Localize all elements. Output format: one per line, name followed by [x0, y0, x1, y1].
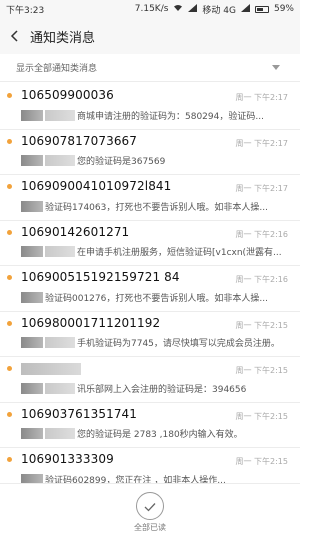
filter-dropdown[interactable]: 显示全部通知类消息 — [0, 54, 300, 82]
message-time: 周一 下午2:15 — [235, 320, 288, 330]
list-item[interactable]: 106980001711201192 周一 下午2:15 手机验证码为7745，… — [0, 312, 300, 357]
signal-icon-2 — [240, 3, 250, 15]
message-preview-row: 商城申请注册的验证码为：580294，验证码... — [21, 108, 290, 122]
title-bar: 通知类消息 — [0, 18, 300, 54]
redacted-block — [21, 337, 43, 348]
signal-icon — [188, 3, 198, 15]
message-preview-row: 您的验证码是 2783 ,180秒内输入有效。 — [21, 427, 290, 441]
redacted-block — [21, 109, 43, 121]
message-time: 周一 下午2:16 — [235, 275, 288, 284]
message-preview-row: 您的验证码是367569 — [21, 154, 290, 168]
unread-dot — [7, 366, 12, 371]
status-indicators: 7.15K/s 移动 4G 59% — [135, 3, 294, 16]
mark-all-read-label[interactable]: 全部已读 — [0, 522, 300, 533]
message-sender: 10690142601271 — [21, 224, 130, 239]
message-list: 106509900036 周一 下午2:17 商城申请注册的验证码为：58029… — [0, 84, 300, 494]
redacted-block — [21, 246, 43, 257]
carrier-label: 移动 4G — [202, 5, 236, 16]
message-preview-row: 验证码174063，打死也不要告诉别人哦。如非本人操... — [21, 199, 290, 213]
redacted-block — [45, 382, 75, 394]
message-sender — [21, 361, 91, 375]
list-item[interactable]: 106903761351741 周一 下午2:15 您的验证码是 2783 ,1… — [0, 403, 300, 448]
message-sender: 106907817073667 — [21, 133, 138, 148]
message-sender: 106900515192159721 84 — [21, 270, 180, 284]
back-icon[interactable] — [0, 18, 30, 54]
unread-dot — [7, 184, 12, 189]
wifi-icon — [173, 4, 183, 15]
message-preview: 讯乐部网上入会注册的验证码是：394656 — [77, 384, 247, 395]
redacted-block — [21, 291, 43, 303]
chevron-down-icon — [272, 65, 280, 70]
unread-dot — [7, 138, 12, 144]
check-icon — [144, 497, 156, 516]
message-preview: 您的验证码是367569 — [77, 157, 166, 167]
message-preview: 在申请手机注册服务，短信验证码[v1cxn(泄露有... — [77, 248, 282, 258]
list-item[interactable]: 106900515192159721 84 周一 下午2:16 验证码00127… — [0, 266, 300, 312]
message-time: 周一 下午2:17 — [235, 93, 288, 102]
redacted-block — [45, 109, 75, 121]
message-preview-row: 手机验证码为7745，请尽快填写以完成会员注册。 — [21, 336, 290, 350]
message-sender: 106980001711201192 — [21, 315, 161, 330]
message-preview: 验证码001276，打死也不要告诉别人哦。如非本人操... — [45, 293, 268, 304]
list-item[interactable]: 106509900036 周一 下午2:17 商城申请注册的验证码为：58029… — [0, 84, 300, 130]
message-time: 周一 下午2:16 — [235, 229, 288, 239]
redacted-block — [21, 155, 43, 166]
message-time: 周一 下午2:17 — [235, 184, 288, 193]
unread-dot — [7, 229, 12, 235]
list-item[interactable]: 106907817073667 周一 下午2:17 您的验证码是367569 — [0, 130, 300, 175]
unread-dot — [7, 93, 12, 98]
message-sender: 106901333309 — [21, 452, 114, 466]
unread-dot — [7, 275, 12, 280]
message-preview: 手机验证码为7745，请尽快填写以完成会员注册。 — [77, 339, 280, 349]
message-preview-row: 在申请手机注册服务，短信验证码[v1cxn(泄露有... — [21, 245, 290, 259]
status-bar: 下午3:23 7.15K/s 移动 4G 59% — [0, 0, 300, 18]
redacted-block — [45, 246, 75, 257]
battery-percent: 59% — [273, 4, 294, 14]
message-sender: 106509900036 — [21, 88, 114, 102]
redacted-block — [45, 337, 75, 348]
mark-all-read-button[interactable] — [136, 492, 164, 520]
list-item[interactable]: 周一 下午2:15 讯乐部网上入会注册的验证码是：394656 — [0, 357, 300, 403]
list-item[interactable]: 10690142601271 周一 下午2:16 在申请手机注册服务，短信验证码… — [0, 221, 300, 266]
redacted-block — [45, 428, 75, 439]
message-time: 周一 下午2:17 — [235, 138, 288, 148]
message-time: 周一 下午2:15 — [235, 366, 288, 375]
message-preview-row: 讯乐部网上入会注册的验证码是：394656 — [21, 381, 290, 395]
message-sender: 1069090041010972l841 — [21, 179, 172, 193]
message-preview: 您的验证码是 2783 ,180秒内输入有效。 — [77, 430, 243, 440]
page-title: 通知类消息 — [30, 30, 96, 46]
network-speed: 7.15K/s — [134, 4, 169, 14]
filter-label: 显示全部通知类消息 — [16, 64, 98, 74]
message-sender: 106903761351741 — [21, 406, 138, 421]
redacted-block — [21, 200, 43, 212]
message-preview-row: 验证码001276，打死也不要告诉别人哦。如非本人操... — [21, 290, 290, 304]
message-preview: 商城申请注册的验证码为：580294，验证码... — [77, 111, 264, 122]
unread-dot — [7, 320, 12, 326]
message-time: 周一 下午2:15 — [235, 411, 288, 421]
bottom-bar: 全部已读 — [0, 483, 300, 533]
redacted-block — [45, 155, 75, 166]
message-preview: 验证码174063，打死也不要告诉别人哦。如非本人操... — [45, 202, 268, 213]
battery-icon — [254, 5, 269, 13]
list-item[interactable]: 1069090041010972l841 周一 下午2:17 验证码174063… — [0, 175, 300, 221]
redacted-sender — [21, 362, 81, 375]
message-time: 周一 下午2:15 — [235, 457, 288, 466]
redacted-block — [21, 428, 43, 439]
redacted-block — [21, 382, 43, 394]
unread-dot — [7, 411, 12, 417]
status-time: 下午3:23 — [6, 5, 45, 16]
unread-dot — [7, 457, 12, 462]
